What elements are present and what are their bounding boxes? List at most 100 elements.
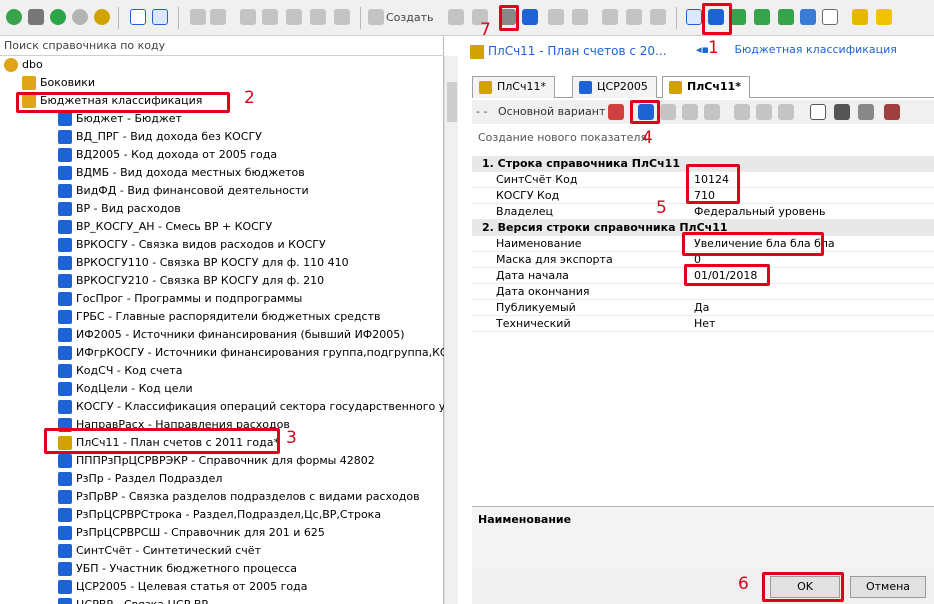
property-row[interactable]: Публикуемый Да xyxy=(472,300,934,316)
filter-icon[interactable] xyxy=(834,104,850,120)
tool-a-icon[interactable] xyxy=(608,104,624,120)
mark-plsch xyxy=(44,428,280,454)
delete-icon[interactable] xyxy=(310,9,326,25)
database-icon xyxy=(4,58,18,72)
view-icon[interactable] xyxy=(686,9,702,25)
mark-save xyxy=(499,5,519,31)
cube-icon xyxy=(58,454,72,468)
image-icon[interactable] xyxy=(800,9,816,25)
cube-icon xyxy=(58,238,72,252)
tool-c-icon[interactable] xyxy=(682,104,698,120)
save-all-icon[interactable] xyxy=(522,9,538,25)
cube-icon xyxy=(58,256,72,270)
tab-csr2005[interactable]: ЦСР2005 xyxy=(572,76,657,98)
paste-icon[interactable] xyxy=(286,9,302,25)
ledger-icon xyxy=(470,45,484,59)
cube-icon xyxy=(58,310,72,324)
create-menu[interactable]: Создать xyxy=(386,11,434,24)
cube-icon xyxy=(58,364,72,378)
undo-icon[interactable] xyxy=(190,9,206,25)
tree-scrollbar[interactable] xyxy=(444,56,458,604)
panel-left-icon[interactable] xyxy=(130,9,146,25)
cube-icon xyxy=(58,166,72,180)
doc-tab[interactable]: ПлСч11 - План счетов с 20... xyxy=(470,38,667,64)
mark-date xyxy=(684,264,770,286)
mark-info xyxy=(702,3,732,35)
cube-icon xyxy=(58,328,72,342)
cube-icon xyxy=(58,562,72,576)
tool-f-icon[interactable] xyxy=(756,104,772,120)
annotation-7: 7 xyxy=(480,20,491,40)
back-icon[interactable] xyxy=(50,9,66,25)
tool-b-icon[interactable] xyxy=(660,104,676,120)
annotation-3: 3 xyxy=(286,428,297,448)
reload-icon[interactable] xyxy=(626,9,642,25)
tree-panel: Поиск справочника по коду dbo Боковики Бю… xyxy=(0,36,444,604)
breadcrumb[interactable]: ◂▪ Бюджетная классификация xyxy=(696,43,897,56)
tool-e-icon[interactable] xyxy=(734,104,750,120)
property-row[interactable]: Технический Нет xyxy=(472,316,934,332)
cube-icon xyxy=(58,508,72,522)
unlink-icon[interactable] xyxy=(572,9,588,25)
annotation-6: 6 xyxy=(738,574,749,594)
property-row[interactable]: Владелец Федеральный уровень xyxy=(472,204,934,220)
panel-right-icon[interactable] xyxy=(152,9,168,25)
save-disabled-icon[interactable] xyxy=(602,9,618,25)
cube-icon xyxy=(58,526,72,540)
cut-icon[interactable] xyxy=(240,9,256,25)
export-icon[interactable] xyxy=(754,9,770,25)
mark-sint-kosgu xyxy=(686,164,740,204)
mark-budget-class xyxy=(16,92,230,113)
table-icon[interactable] xyxy=(650,9,666,25)
mark-name xyxy=(682,232,824,256)
tab-plsch-1[interactable]: ПлСч11* xyxy=(472,76,555,98)
home-icon[interactable] xyxy=(94,9,110,25)
chart-icon[interactable] xyxy=(778,9,794,25)
annotation-2: 2 xyxy=(244,88,255,108)
cancel-button[interactable]: Отмена xyxy=(850,576,926,598)
annotation-1: 1 xyxy=(708,38,719,58)
annotation-4: 4 xyxy=(642,128,653,148)
clear-filter-icon[interactable] xyxy=(884,104,900,120)
cube-icon xyxy=(58,382,72,396)
annotation-5: 5 xyxy=(656,198,667,218)
favorite-icon[interactable] xyxy=(876,9,892,25)
mail-icon[interactable] xyxy=(822,9,838,25)
tool-d-icon[interactable] xyxy=(704,104,720,120)
cube-icon xyxy=(58,202,72,216)
cube-icon xyxy=(58,346,72,360)
description-box: Наименование xyxy=(472,506,934,568)
link-icon[interactable] xyxy=(28,9,44,25)
mark-create xyxy=(630,100,660,124)
properties-icon[interactable] xyxy=(810,104,826,120)
cube-icon xyxy=(58,598,72,604)
property-row[interactable]: Дата окончания xyxy=(472,284,934,300)
book-icon[interactable] xyxy=(448,9,464,25)
cube-icon xyxy=(58,472,72,486)
tab-plsch-2[interactable]: ПлСч11* xyxy=(662,76,750,98)
tree-view: dbo Боковики Бюджетная классификация Бюдже… xyxy=(0,56,444,604)
find-icon[interactable] xyxy=(334,9,350,25)
cube-icon xyxy=(58,148,72,162)
mark-ok xyxy=(762,572,844,602)
refresh-icon[interactable] xyxy=(6,9,22,25)
variant-selector[interactable]: Основной вариант xyxy=(498,105,605,118)
cube-icon xyxy=(58,112,72,126)
search-input[interactable]: Поиск справочника по коду xyxy=(0,36,444,56)
cube-icon xyxy=(58,580,72,594)
cube-icon xyxy=(58,274,72,288)
folder-check-icon xyxy=(22,76,36,90)
filter-menu-icon[interactable] xyxy=(858,104,874,120)
cube-icon xyxy=(58,400,72,414)
dialog-footer: OK Отмена xyxy=(472,568,934,604)
link2-icon[interactable] xyxy=(548,9,564,25)
copy-icon[interactable] xyxy=(262,9,278,25)
new-doc-icon[interactable] xyxy=(368,9,384,25)
add-star-icon[interactable] xyxy=(852,9,868,25)
forward-icon[interactable] xyxy=(72,9,88,25)
edit-icon[interactable] xyxy=(730,9,746,25)
cube-icon xyxy=(58,220,72,234)
tool-g-icon[interactable] xyxy=(778,104,794,120)
redo-icon[interactable] xyxy=(210,9,226,25)
sub-toolbar: - - Основной вариант xyxy=(472,100,934,124)
